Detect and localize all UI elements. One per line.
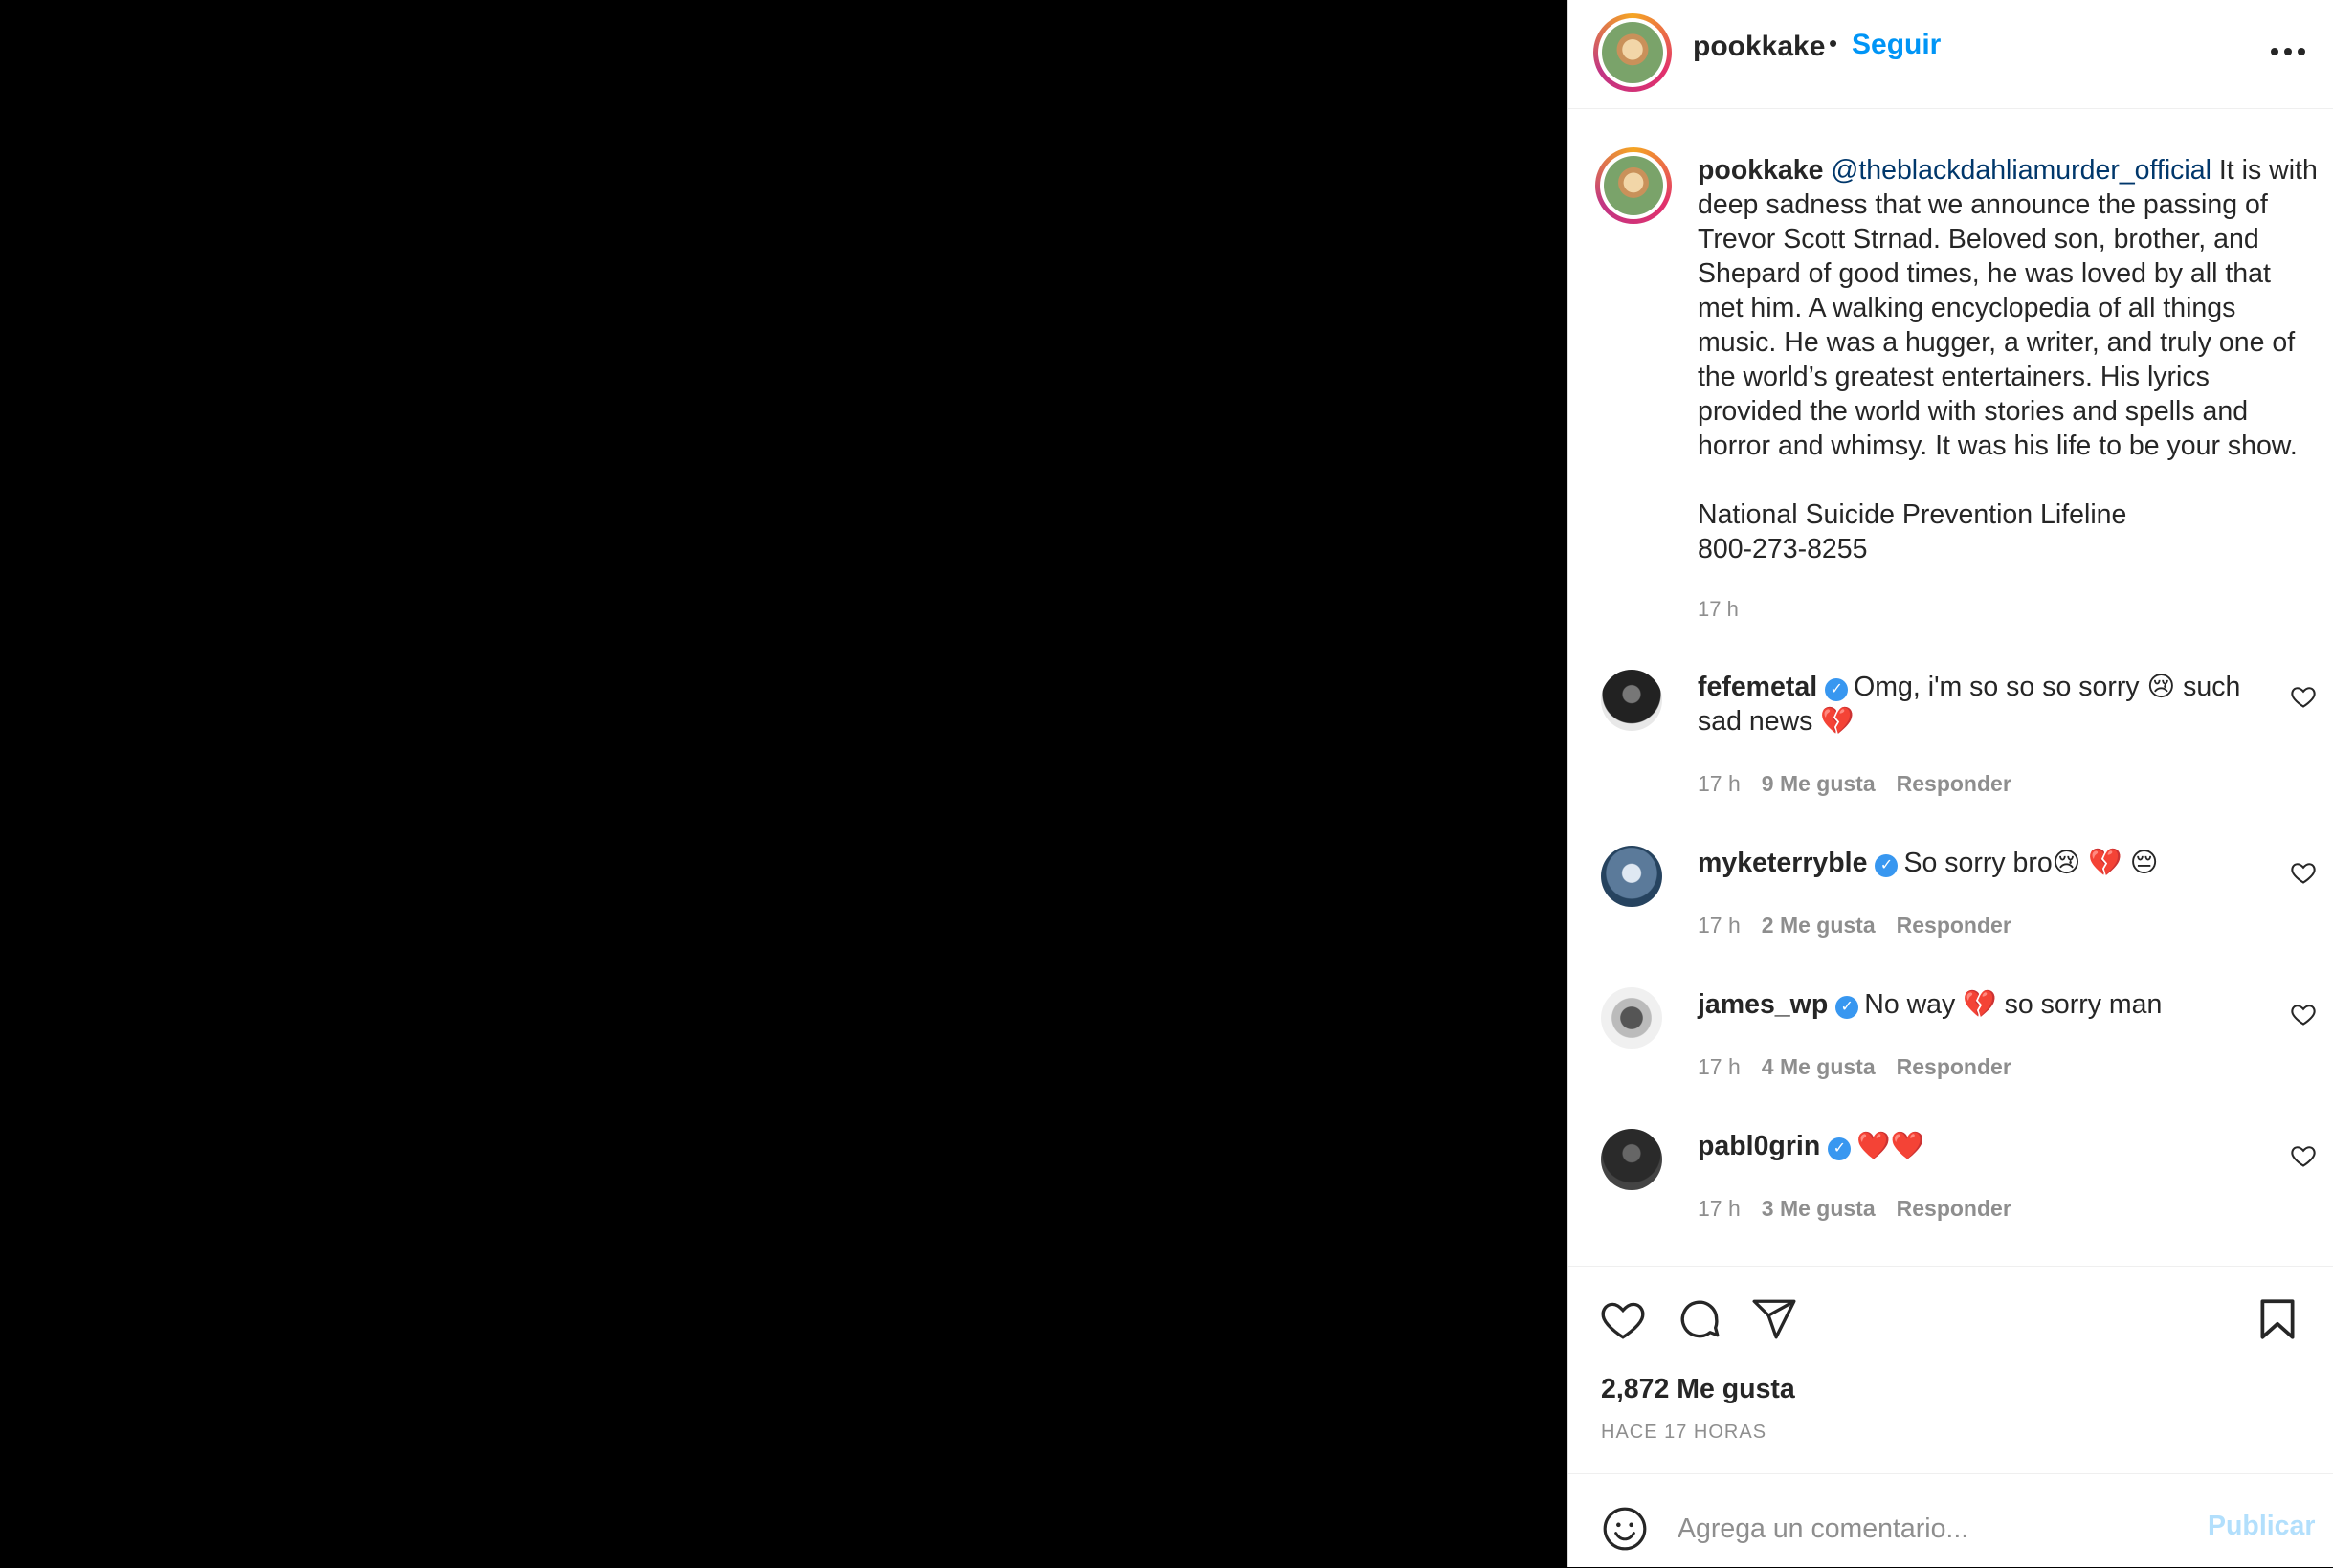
save-bookmark-icon[interactable] bbox=[2254, 1295, 2301, 1343]
comment-bubble-icon[interactable] bbox=[1676, 1295, 1723, 1343]
reply-button[interactable]: Responder bbox=[1897, 1196, 2011, 1221]
commenter-avatar[interactable] bbox=[1601, 670, 1662, 731]
caption-avatar[interactable] bbox=[1595, 147, 1672, 224]
commenter-username[interactable]: james_wp bbox=[1698, 989, 1828, 1020]
post-side-panel: pookkake • Seguir pookkake @theblackdahl… bbox=[1567, 0, 2333, 1567]
comment-like-heart-icon[interactable] bbox=[2290, 683, 2317, 710]
add-comment-bar: Publicar bbox=[1568, 1473, 2333, 1568]
comment-likes[interactable]: 4 Me gusta bbox=[1762, 1054, 1876, 1079]
commenter-avatar[interactable] bbox=[1601, 987, 1662, 1049]
author-username[interactable]: pookkake bbox=[1693, 31, 1825, 63]
comment-text: So sorry bro😢 💔 😔 bbox=[1903, 848, 2159, 878]
caption-username[interactable]: pookkake bbox=[1698, 155, 1823, 186]
comment-time[interactable]: 17 h bbox=[1698, 1054, 1741, 1079]
caption-timestamp[interactable]: 17 h bbox=[1698, 597, 1739, 622]
caption-line-lifeline: National Suicide Prevention Lifeline bbox=[1698, 499, 2127, 530]
commenter-avatar[interactable] bbox=[1601, 1129, 1662, 1190]
post-actions-section: 2,872 Me gusta HACE 17 HORAS bbox=[1568, 1266, 2333, 1477]
caption-line-phone: 800-273-8255 bbox=[1698, 534, 1868, 564]
reply-button[interactable]: Responder bbox=[1897, 913, 2011, 938]
caption-text: It is with deep sadness that we announce… bbox=[1698, 155, 2318, 461]
likes-count[interactable]: 2,872 Me gusta bbox=[1601, 1374, 1795, 1405]
comment-like-heart-icon[interactable] bbox=[2290, 1001, 2317, 1027]
follow-button[interactable]: Seguir bbox=[1852, 29, 1941, 61]
verified-badge-icon: ✓ bbox=[1875, 854, 1899, 877]
reply-button[interactable]: Responder bbox=[1897, 771, 2011, 796]
comment-time[interactable]: 17 h bbox=[1698, 1196, 1741, 1221]
comment-time[interactable]: 17 h bbox=[1698, 913, 1741, 938]
comment-text: No way 💔 so sorry man bbox=[1864, 989, 2163, 1020]
emoji-smiley-icon[interactable] bbox=[1601, 1505, 1649, 1553]
post-age[interactable]: HACE 17 HORAS bbox=[1601, 1422, 1766, 1444]
post-media-area[interactable] bbox=[0, 0, 1567, 1567]
verified-badge-icon: ✓ bbox=[1825, 678, 1849, 701]
author-avatar[interactable] bbox=[1593, 13, 1672, 92]
comment-likes[interactable]: 3 Me gusta bbox=[1762, 1196, 1876, 1221]
comment-time[interactable]: 17 h bbox=[1698, 771, 1741, 796]
comment-likes[interactable]: 2 Me gusta bbox=[1762, 913, 1876, 938]
comment-like-heart-icon[interactable] bbox=[2290, 859, 2317, 886]
comment-text: ❤️❤️ bbox=[1856, 1131, 1925, 1161]
verified-badge-icon: ✓ bbox=[1835, 996, 1859, 1019]
comment-input[interactable] bbox=[1676, 1499, 2177, 1558]
post-header: pookkake • Seguir bbox=[1568, 0, 2333, 109]
like-heart-icon[interactable] bbox=[1599, 1295, 1647, 1343]
commenter-avatar[interactable] bbox=[1601, 846, 1662, 907]
more-options-icon[interactable] bbox=[2269, 46, 2307, 57]
commenter-username[interactable]: fefemetal bbox=[1698, 672, 1817, 702]
reply-button[interactable]: Responder bbox=[1897, 1054, 2011, 1079]
verified-badge-icon: ✓ bbox=[1828, 1137, 1852, 1160]
header-separator: • bbox=[1829, 29, 1838, 57]
post-caption: pookkake @theblackdahliamurder_official … bbox=[1698, 153, 2320, 566]
commenter-username[interactable]: myketerryble bbox=[1698, 848, 1867, 878]
commenter-username[interactable]: pabl0grin bbox=[1698, 1131, 1820, 1161]
caption-mention[interactable]: @theblackdahliamurder_official bbox=[1831, 155, 2211, 186]
comment-like-heart-icon[interactable] bbox=[2290, 1142, 2317, 1169]
comment-likes[interactable]: 9 Me gusta bbox=[1762, 771, 1876, 796]
publish-button[interactable]: Publicar bbox=[2208, 1511, 2315, 1542]
share-send-icon[interactable] bbox=[1750, 1295, 1798, 1343]
